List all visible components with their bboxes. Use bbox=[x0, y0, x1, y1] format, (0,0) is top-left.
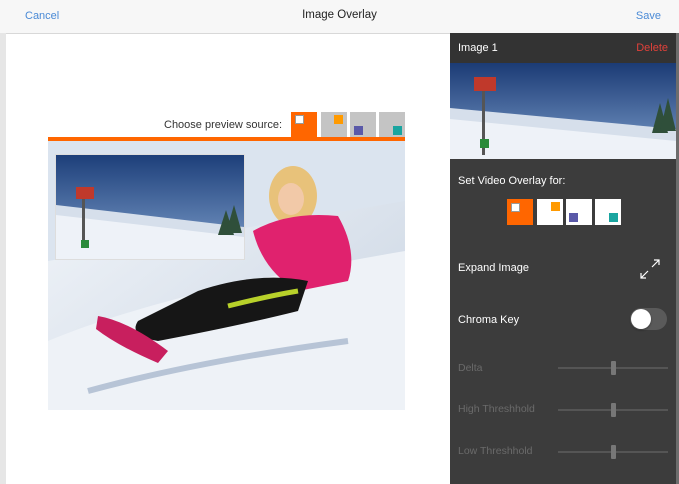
high-threshold-slider[interactable] bbox=[558, 403, 668, 417]
image-thumbnail bbox=[450, 63, 676, 159]
preview-source-option-1[interactable] bbox=[291, 112, 317, 138]
target-1-marker bbox=[511, 203, 520, 212]
save-button[interactable]: Save bbox=[636, 10, 661, 22]
target-4-marker bbox=[609, 213, 618, 222]
toggle-knob bbox=[631, 309, 651, 329]
source-2-marker bbox=[334, 115, 343, 124]
low-threshold-label: Low Threshhold bbox=[458, 445, 533, 457]
slider-thumb[interactable] bbox=[611, 403, 616, 417]
settings-panel: Image 1 Delete Set Video Overlay for: Ex… bbox=[450, 33, 676, 484]
page-title: Image Overlay bbox=[302, 9, 377, 21]
ski-slope-thumbnail bbox=[450, 63, 676, 159]
overlay-target-option-3[interactable] bbox=[566, 199, 592, 225]
chroma-key-label: Chroma Key bbox=[458, 314, 520, 326]
delete-button[interactable]: Delete bbox=[636, 42, 668, 54]
overlay-target-label: Set Video Overlay for: bbox=[458, 175, 566, 187]
overlay-target-option-4[interactable] bbox=[595, 199, 621, 225]
delta-label: Delta bbox=[458, 362, 483, 374]
target-3-marker bbox=[569, 213, 578, 222]
preview-source-label: Choose preview source: bbox=[164, 119, 283, 131]
chroma-key-toggle[interactable] bbox=[630, 308, 667, 330]
delta-slider[interactable] bbox=[558, 361, 668, 375]
overlay-target-option-1[interactable] bbox=[507, 199, 533, 225]
high-threshold-label: High Threshhold bbox=[458, 403, 535, 415]
overlay-target-option-2[interactable] bbox=[537, 199, 563, 225]
preview-source-option-4[interactable] bbox=[379, 112, 405, 138]
expand-image-label: Expand Image bbox=[458, 262, 529, 274]
expand-icon[interactable] bbox=[637, 256, 663, 282]
overlay-image[interactable] bbox=[55, 154, 245, 260]
preview-source-option-3[interactable] bbox=[350, 112, 376, 138]
panel-header: Image 1 Delete bbox=[450, 33, 676, 63]
source-1-marker bbox=[295, 115, 304, 124]
source-3-marker bbox=[354, 126, 363, 135]
slider-thumb[interactable] bbox=[611, 361, 616, 375]
source-4-marker bbox=[393, 126, 402, 135]
low-threshold-slider[interactable] bbox=[558, 445, 668, 459]
preview-source-option-2[interactable] bbox=[321, 112, 347, 138]
navigation-bar: Cancel Image Overlay Save bbox=[0, 0, 679, 34]
ski-slope-photo bbox=[56, 155, 244, 259]
target-2-marker bbox=[551, 202, 560, 211]
preview-image bbox=[48, 141, 405, 410]
image-name: Image 1 bbox=[458, 42, 498, 54]
slider-thumb[interactable] bbox=[611, 445, 616, 459]
